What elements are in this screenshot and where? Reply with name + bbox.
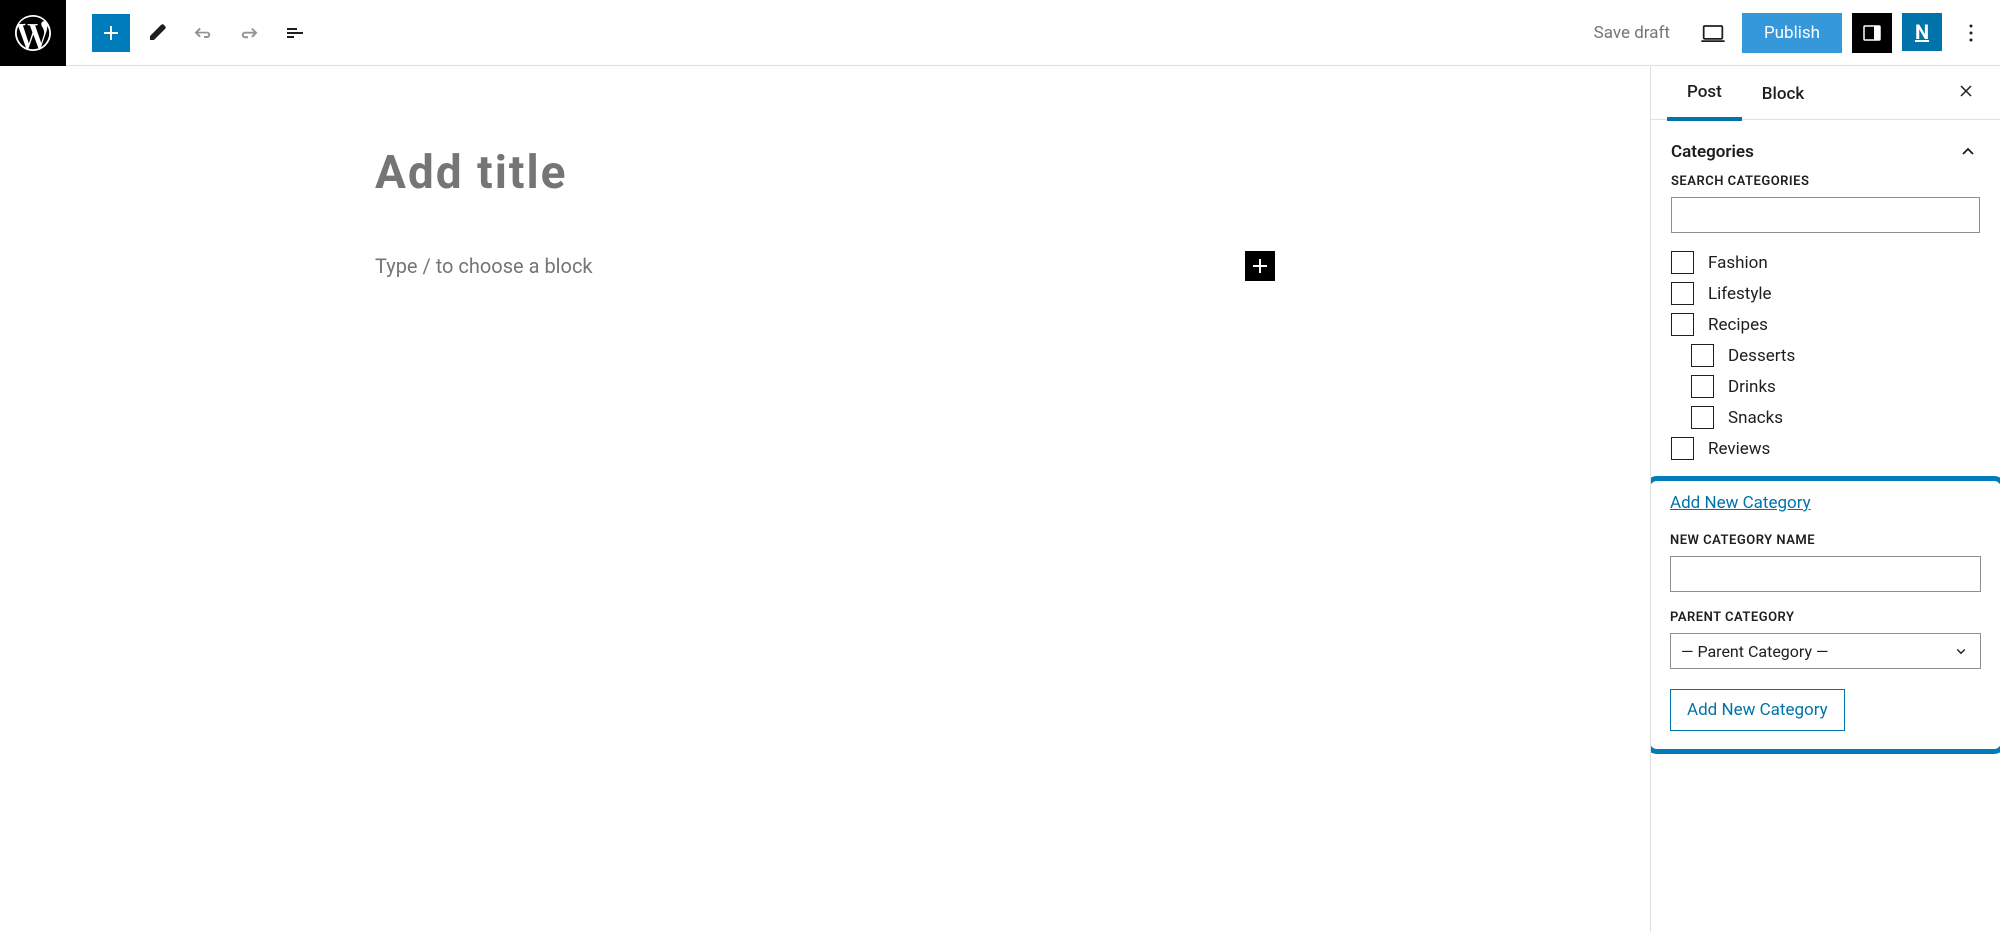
settings-sidebar: Post Block Categories SEARCH CATEGORIES … [1650,66,2000,932]
category-checkbox[interactable] [1671,251,1694,274]
category-label: Drinks [1728,377,1776,397]
editor-canvas[interactable]: Add title Type / to choose a block [0,66,1650,932]
pencil-icon [145,21,169,45]
plugin-logo-text: N [1915,20,1929,44]
redo-icon [237,21,261,45]
category-checkbox[interactable] [1671,313,1694,336]
category-label: Fashion [1708,253,1768,273]
device-icon [1699,19,1727,47]
categories-panel-header[interactable]: Categories [1671,136,1980,174]
parent-category-value: — Parent Category — [1681,642,1829,661]
category-checkbox[interactable] [1691,344,1714,367]
category-label: Reviews [1708,439,1770,459]
chevron-down-icon [1952,642,1970,660]
close-sidebar-button[interactable] [1948,73,1984,113]
add-category-highlight: Add New Category NEW CATEGORY NAME PAREN… [1651,476,2000,754]
category-item[interactable]: Fashion [1671,247,1980,278]
categories-panel: Categories SEARCH CATEGORIES Fashion Life… [1651,120,2000,472]
plugin-logo[interactable]: N [1902,13,1942,53]
sidebar-body: Categories SEARCH CATEGORIES Fashion Life… [1651,120,2000,932]
wordpress-logo[interactable] [0,0,66,66]
category-item[interactable]: Recipes [1671,309,1980,340]
tab-block[interactable]: Block [1742,67,1824,119]
options-button[interactable] [1952,14,1990,52]
wordpress-icon [15,15,51,51]
category-checkbox[interactable] [1691,406,1714,429]
document-overview-button[interactable] [276,14,314,52]
add-new-category-button[interactable]: Add New Category [1670,689,1845,731]
category-label: Lifestyle [1708,284,1772,304]
category-checkbox[interactable] [1691,375,1714,398]
new-category-name-label: NEW CATEGORY NAME [1670,533,1981,548]
sidebar-panel-icon [1860,21,1884,45]
post-title-input[interactable]: Add title [375,146,1275,200]
close-icon [1956,81,1976,101]
publish-button[interactable]: Publish [1742,13,1842,53]
add-block-button[interactable] [92,14,130,52]
plus-icon [1248,254,1272,278]
toolbar-left-group [66,14,314,52]
search-categories-input[interactable] [1671,197,1980,233]
main-content: Add title Type / to choose a block Post … [0,66,2000,932]
category-item[interactable]: Snacks [1671,402,1980,433]
chevron-up-icon [1956,140,1980,164]
category-item[interactable]: Drinks [1671,371,1980,402]
sidebar-tabs: Post Block [1651,66,2000,120]
preview-button[interactable] [1694,14,1732,52]
redo-button[interactable] [230,14,268,52]
parent-category-select[interactable]: — Parent Category — [1670,633,1981,669]
top-toolbar: Save draft Publish N [0,0,2000,66]
category-item[interactable]: Lifestyle [1671,278,1980,309]
category-checkbox[interactable] [1671,282,1694,305]
save-draft-button[interactable]: Save draft [1580,15,1684,51]
block-placeholder-row[interactable]: Type / to choose a block [375,254,1275,278]
categories-panel-title: Categories [1671,142,1754,162]
new-category-name-input[interactable] [1670,556,1981,592]
toolbar-right-group: Save draft Publish N [1580,13,1990,53]
tab-post[interactable]: Post [1667,66,1742,121]
list-outline-icon [283,21,307,45]
settings-sidebar-toggle[interactable] [1852,13,1892,53]
category-label: Recipes [1708,315,1768,335]
inline-add-block-button[interactable] [1245,251,1275,281]
search-categories-label: SEARCH CATEGORIES [1671,174,1980,189]
category-checkbox[interactable] [1671,437,1694,460]
categories-list: Fashion Lifestyle Recipes Desserts Drinks Sna… [1671,247,1980,464]
undo-icon [191,21,215,45]
undo-button[interactable] [184,14,222,52]
add-new-category-link[interactable]: Add New Category [1670,493,1811,513]
block-placeholder-text: Type / to choose a block [375,254,593,278]
category-item[interactable]: Reviews [1671,433,1980,464]
parent-category-label: PARENT CATEGORY [1670,610,1981,625]
kebab-icon [1959,21,1983,45]
plus-icon [99,21,123,45]
edit-tools-button[interactable] [138,14,176,52]
category-label: Snacks [1728,408,1783,428]
category-item[interactable]: Desserts [1671,340,1980,371]
category-label: Desserts [1728,346,1795,366]
